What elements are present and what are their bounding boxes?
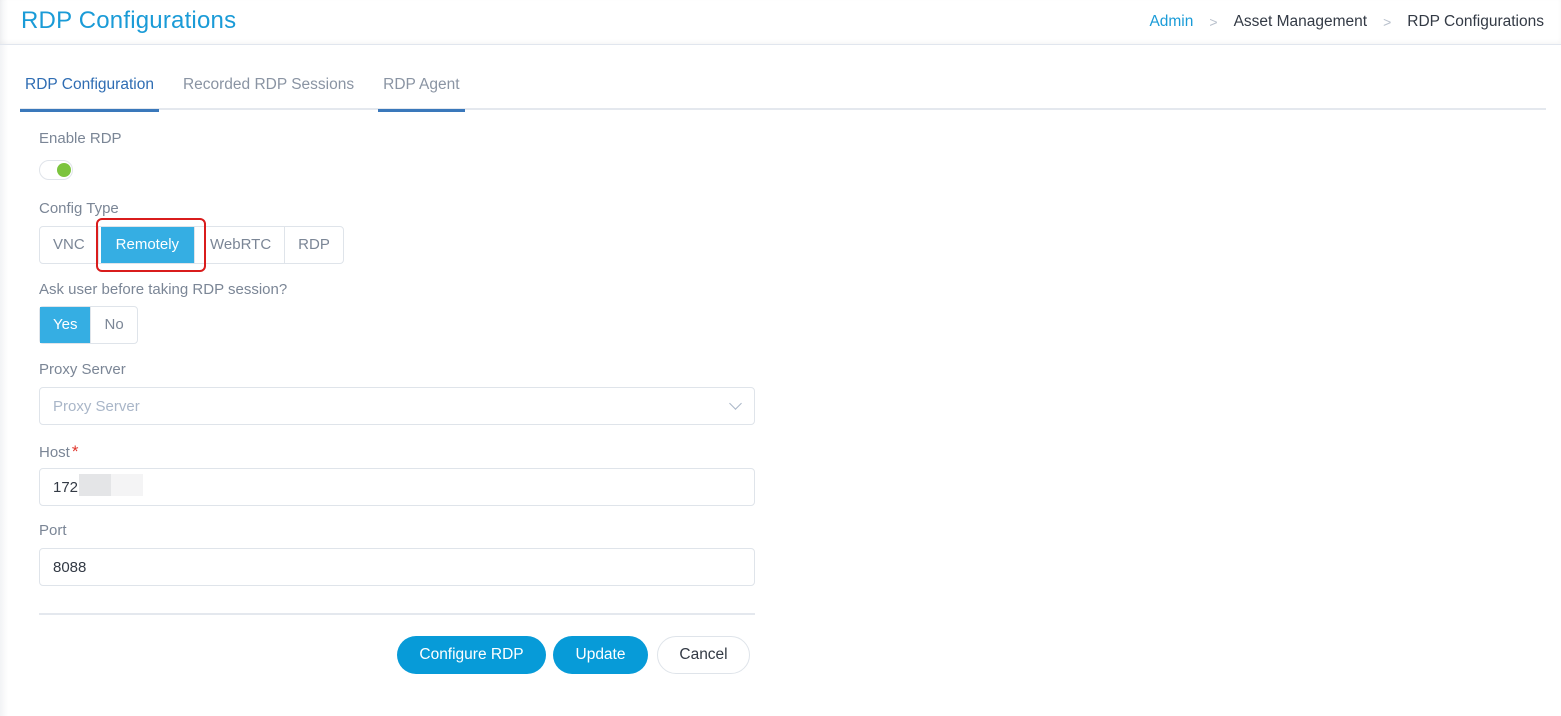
tab-rdp-configuration[interactable]: RDP Configuration [20, 60, 159, 112]
page-title: RDP Configurations [21, 7, 237, 34]
host-field[interactable] [39, 468, 755, 506]
host-label-text: Host [39, 444, 70, 461]
proxy-server-input[interactable] [40, 388, 754, 424]
enable-rdp-toggle[interactable] [39, 160, 73, 180]
proxy-server-select[interactable] [39, 387, 755, 425]
enable-rdp-label: Enable RDP [39, 130, 122, 147]
enable-rdp-group: Enable RDP [39, 130, 122, 180]
config-type-vnc[interactable]: VNC [40, 227, 99, 263]
breadcrumb: Admin > Asset Management > RDP Configura… [1149, 13, 1544, 31]
redaction-block [79, 474, 111, 496]
chevron-right-icon: > [1383, 14, 1392, 30]
page-header: RDP Configurations Admin > Asset Managem… [0, 0, 1561, 45]
breadcrumb-rdp-configurations: RDP Configurations [1407, 13, 1544, 30]
tab-recorded-rdp-sessions[interactable]: Recorded RDP Sessions [178, 60, 359, 110]
required-asterisk: * [71, 442, 79, 461]
cancel-button[interactable]: Cancel [657, 636, 750, 674]
form-divider [39, 613, 755, 615]
ask-user-no[interactable]: No [91, 307, 136, 343]
breadcrumb-admin[interactable]: Admin [1149, 13, 1193, 31]
port-label: Port [39, 522, 67, 539]
toggle-knob [57, 163, 71, 177]
tab-rdp-agent[interactable]: RDP Agent [378, 60, 465, 112]
page-edge-shadow [0, 0, 8, 716]
config-type-webrtc[interactable]: WebRTC [197, 227, 286, 263]
update-button[interactable]: Update [553, 636, 648, 674]
ask-user-selector: Yes No [39, 306, 138, 344]
breadcrumb-asset-management[interactable]: Asset Management [1234, 13, 1368, 31]
config-type-rdp[interactable]: RDP [285, 227, 343, 263]
redaction-block [111, 474, 143, 496]
highlight-annotation [96, 218, 206, 272]
tab-bar: RDP Configuration Recorded RDP Sessions … [20, 60, 1546, 112]
ask-user-yes[interactable]: Yes [40, 307, 92, 343]
port-field[interactable] [39, 548, 755, 586]
host-input[interactable] [40, 469, 754, 505]
configure-rdp-button[interactable]: Configure RDP [397, 636, 546, 674]
port-input[interactable] [40, 549, 754, 585]
ask-user-label: Ask user before taking RDP session? [39, 281, 288, 298]
host-label: Host * [39, 442, 78, 462]
proxy-server-label: Proxy Server [39, 361, 126, 378]
config-type-label: Config Type [39, 200, 119, 217]
chevron-right-icon: > [1209, 14, 1218, 30]
